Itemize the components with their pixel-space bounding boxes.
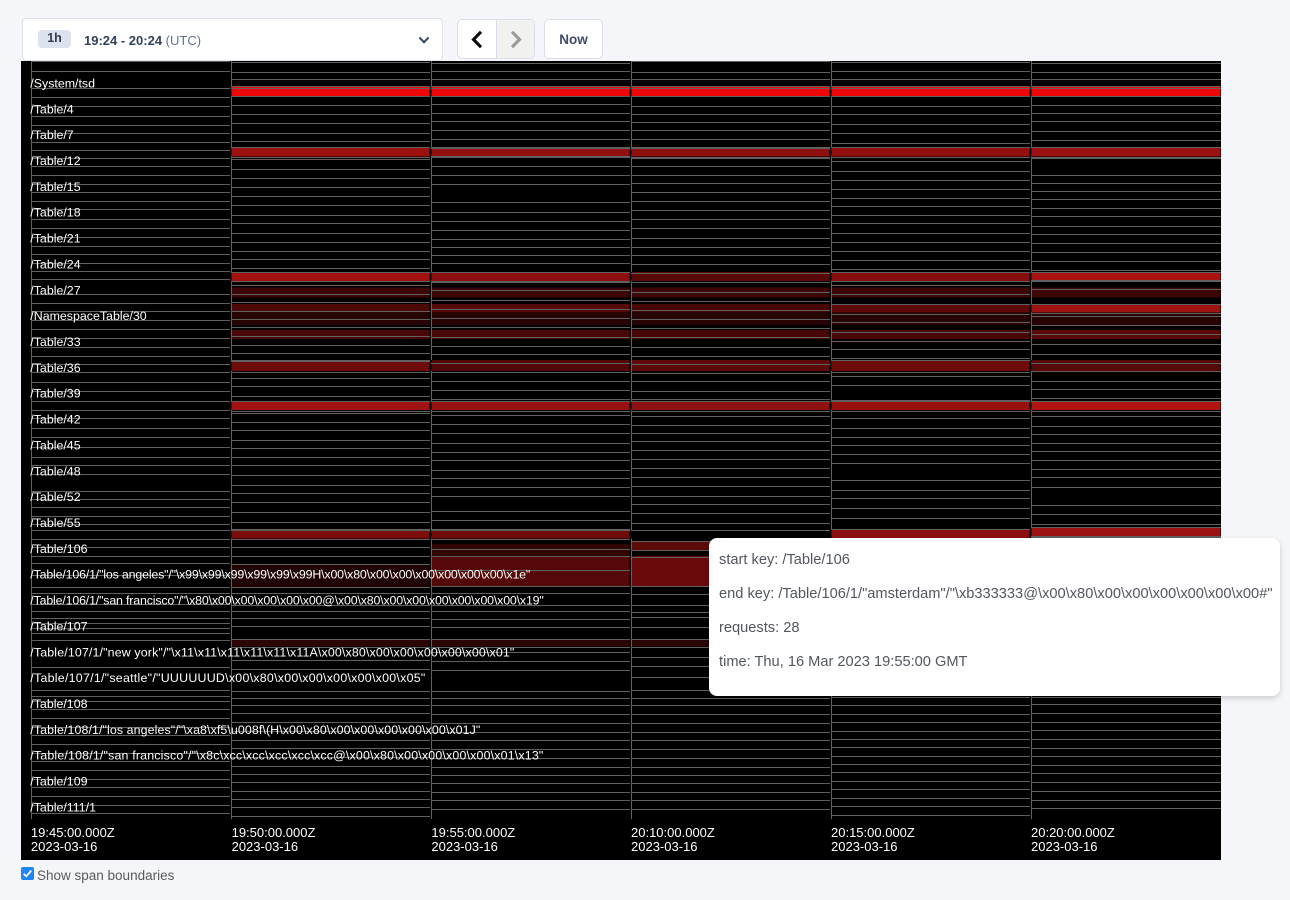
svg-text:/Table/36: /Table/36 (30, 361, 80, 375)
svg-text:/Table/107/1/"seattle"/"UUUUUU: /Table/107/1/"seattle"/"UUUUUUD\x00\x80\… (30, 671, 425, 685)
svg-text:/Table/106/1/"san francisco"/": /Table/106/1/"san francisco"/"\x80\x00\x… (30, 594, 544, 608)
svg-text:/Table/42: /Table/42 (30, 413, 80, 427)
svg-text:/Table/52: /Table/52 (30, 490, 80, 504)
svg-text:/Table/24: /Table/24 (30, 257, 80, 271)
svg-text:/Table/15: /Table/15 (30, 180, 80, 194)
svg-text:2023-03-16: 2023-03-16 (31, 839, 98, 854)
svg-text:19:50:00.000Z: 19:50:00.000Z (232, 825, 316, 840)
svg-text:/Table/4: /Table/4 (30, 102, 74, 116)
svg-text:2023-03-16: 2023-03-16 (631, 839, 698, 854)
svg-text:20:15:00.000Z: 20:15:00.000Z (831, 825, 915, 840)
svg-text:/Table/18: /Table/18 (30, 206, 80, 220)
svg-text:2023-03-16: 2023-03-16 (232, 839, 299, 854)
svg-text:/Table/39: /Table/39 (30, 387, 80, 401)
svg-text:/Table/48: /Table/48 (30, 464, 80, 478)
svg-text:2023-03-16: 2023-03-16 (831, 839, 898, 854)
svg-text:/Table/55: /Table/55 (30, 516, 80, 530)
svg-text:19:55:00.000Z: 19:55:00.000Z (431, 825, 515, 840)
svg-text:20:10:00.000Z: 20:10:00.000Z (631, 825, 715, 840)
svg-text:/Table/106: /Table/106 (30, 542, 87, 556)
svg-text:/Table/108/1/"san francisco"/": /Table/108/1/"san francisco"/"\x8c\xcc\x… (30, 749, 543, 763)
svg-text:/Table/106/1/"los angeles"/"\x: /Table/106/1/"los angeles"/"\x99\x99\x99… (30, 568, 530, 582)
svg-text:/Table/21: /Table/21 (30, 232, 80, 246)
svg-text:/Table/111/1: /Table/111/1 (30, 800, 96, 814)
svg-text:/Table/108: /Table/108 (30, 697, 87, 711)
svg-text:/Table/12: /Table/12 (30, 154, 80, 168)
svg-text:/Table/33: /Table/33 (30, 335, 80, 349)
svg-text:/Table/27: /Table/27 (30, 283, 80, 297)
svg-text:/Table/109: /Table/109 (30, 775, 87, 789)
svg-text:2023-03-16: 2023-03-16 (1031, 839, 1098, 854)
svg-text:/NamespaceTable/30: /NamespaceTable/30 (30, 309, 147, 323)
svg-text:19:45:00.000Z: 19:45:00.000Z (31, 825, 115, 840)
svg-text:/Table/108/1/"los angeles"/"\x: /Table/108/1/"los angeles"/"\xa8\xf5\u00… (30, 723, 480, 737)
svg-text:2023-03-16: 2023-03-16 (431, 839, 498, 854)
svg-text:/Table/45: /Table/45 (30, 438, 80, 452)
svg-text:20:20:00.000Z: 20:20:00.000Z (1031, 825, 1115, 840)
svg-text:/Table/7: /Table/7 (30, 128, 74, 142)
svg-text:/Table/107: /Table/107 (30, 619, 87, 633)
svg-text:/System/tsd: /System/tsd (30, 76, 95, 90)
svg-text:/Table/107/1/"new york"/"\x11\: /Table/107/1/"new york"/"\x11\x11\x11\x1… (30, 645, 514, 659)
